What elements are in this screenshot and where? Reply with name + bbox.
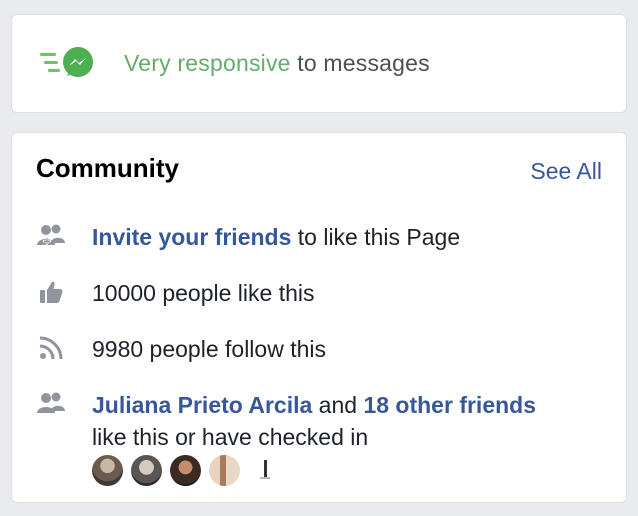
messenger-fast-icon bbox=[40, 46, 98, 80]
friend-avatar[interactable] bbox=[209, 455, 240, 486]
responsiveness-text: Very responsive to messages bbox=[124, 50, 430, 77]
friend-name-link[interactable]: Juliana Prieto Arcila bbox=[92, 392, 312, 418]
follows-row: 9980 people follow this bbox=[36, 333, 326, 365]
friend-avatar[interactable] bbox=[92, 455, 123, 486]
invite-friends-link[interactable]: Invite your friends bbox=[92, 224, 291, 250]
friend-avatar[interactable] bbox=[248, 455, 279, 486]
friend-avatars bbox=[92, 455, 287, 486]
other-friends-link[interactable]: 18 other friends bbox=[363, 392, 536, 418]
friends-and: and bbox=[312, 392, 364, 418]
responsiveness-row: Very responsive to messages bbox=[40, 46, 430, 80]
invite-friends-icon bbox=[36, 221, 66, 251]
responsiveness-highlight: Very responsive bbox=[124, 49, 291, 76]
friends-row: Juliana Prieto Arcila and 18 other frien… bbox=[36, 389, 536, 453]
responsiveness-card: Very responsive to messages bbox=[11, 14, 627, 113]
follows-text: 9980 people follow this bbox=[92, 336, 326, 362]
invite-rest: to like this Page bbox=[291, 224, 461, 250]
community-card: Community See All Invite your friends to… bbox=[11, 132, 627, 503]
thumbs-up-icon bbox=[36, 277, 66, 307]
likes-row: 10000 people like this bbox=[36, 277, 315, 309]
rss-feed-icon bbox=[36, 333, 66, 363]
invite-row: Invite your friends to like this Page bbox=[36, 221, 460, 253]
friend-avatar[interactable] bbox=[131, 455, 162, 486]
friends-text: Juliana Prieto Arcila and 18 other frien… bbox=[92, 389, 536, 453]
friends-icon bbox=[36, 389, 66, 419]
see-all-link[interactable]: See All bbox=[530, 158, 602, 185]
likes-text: 10000 people like this bbox=[92, 280, 315, 306]
community-title: Community bbox=[36, 153, 179, 183]
responsiveness-rest: to messages bbox=[290, 49, 430, 76]
invite-text: Invite your friends to like this Page bbox=[92, 221, 460, 253]
friend-avatar[interactable] bbox=[170, 455, 201, 486]
friends-rest: like this or have checked in bbox=[92, 424, 369, 450]
